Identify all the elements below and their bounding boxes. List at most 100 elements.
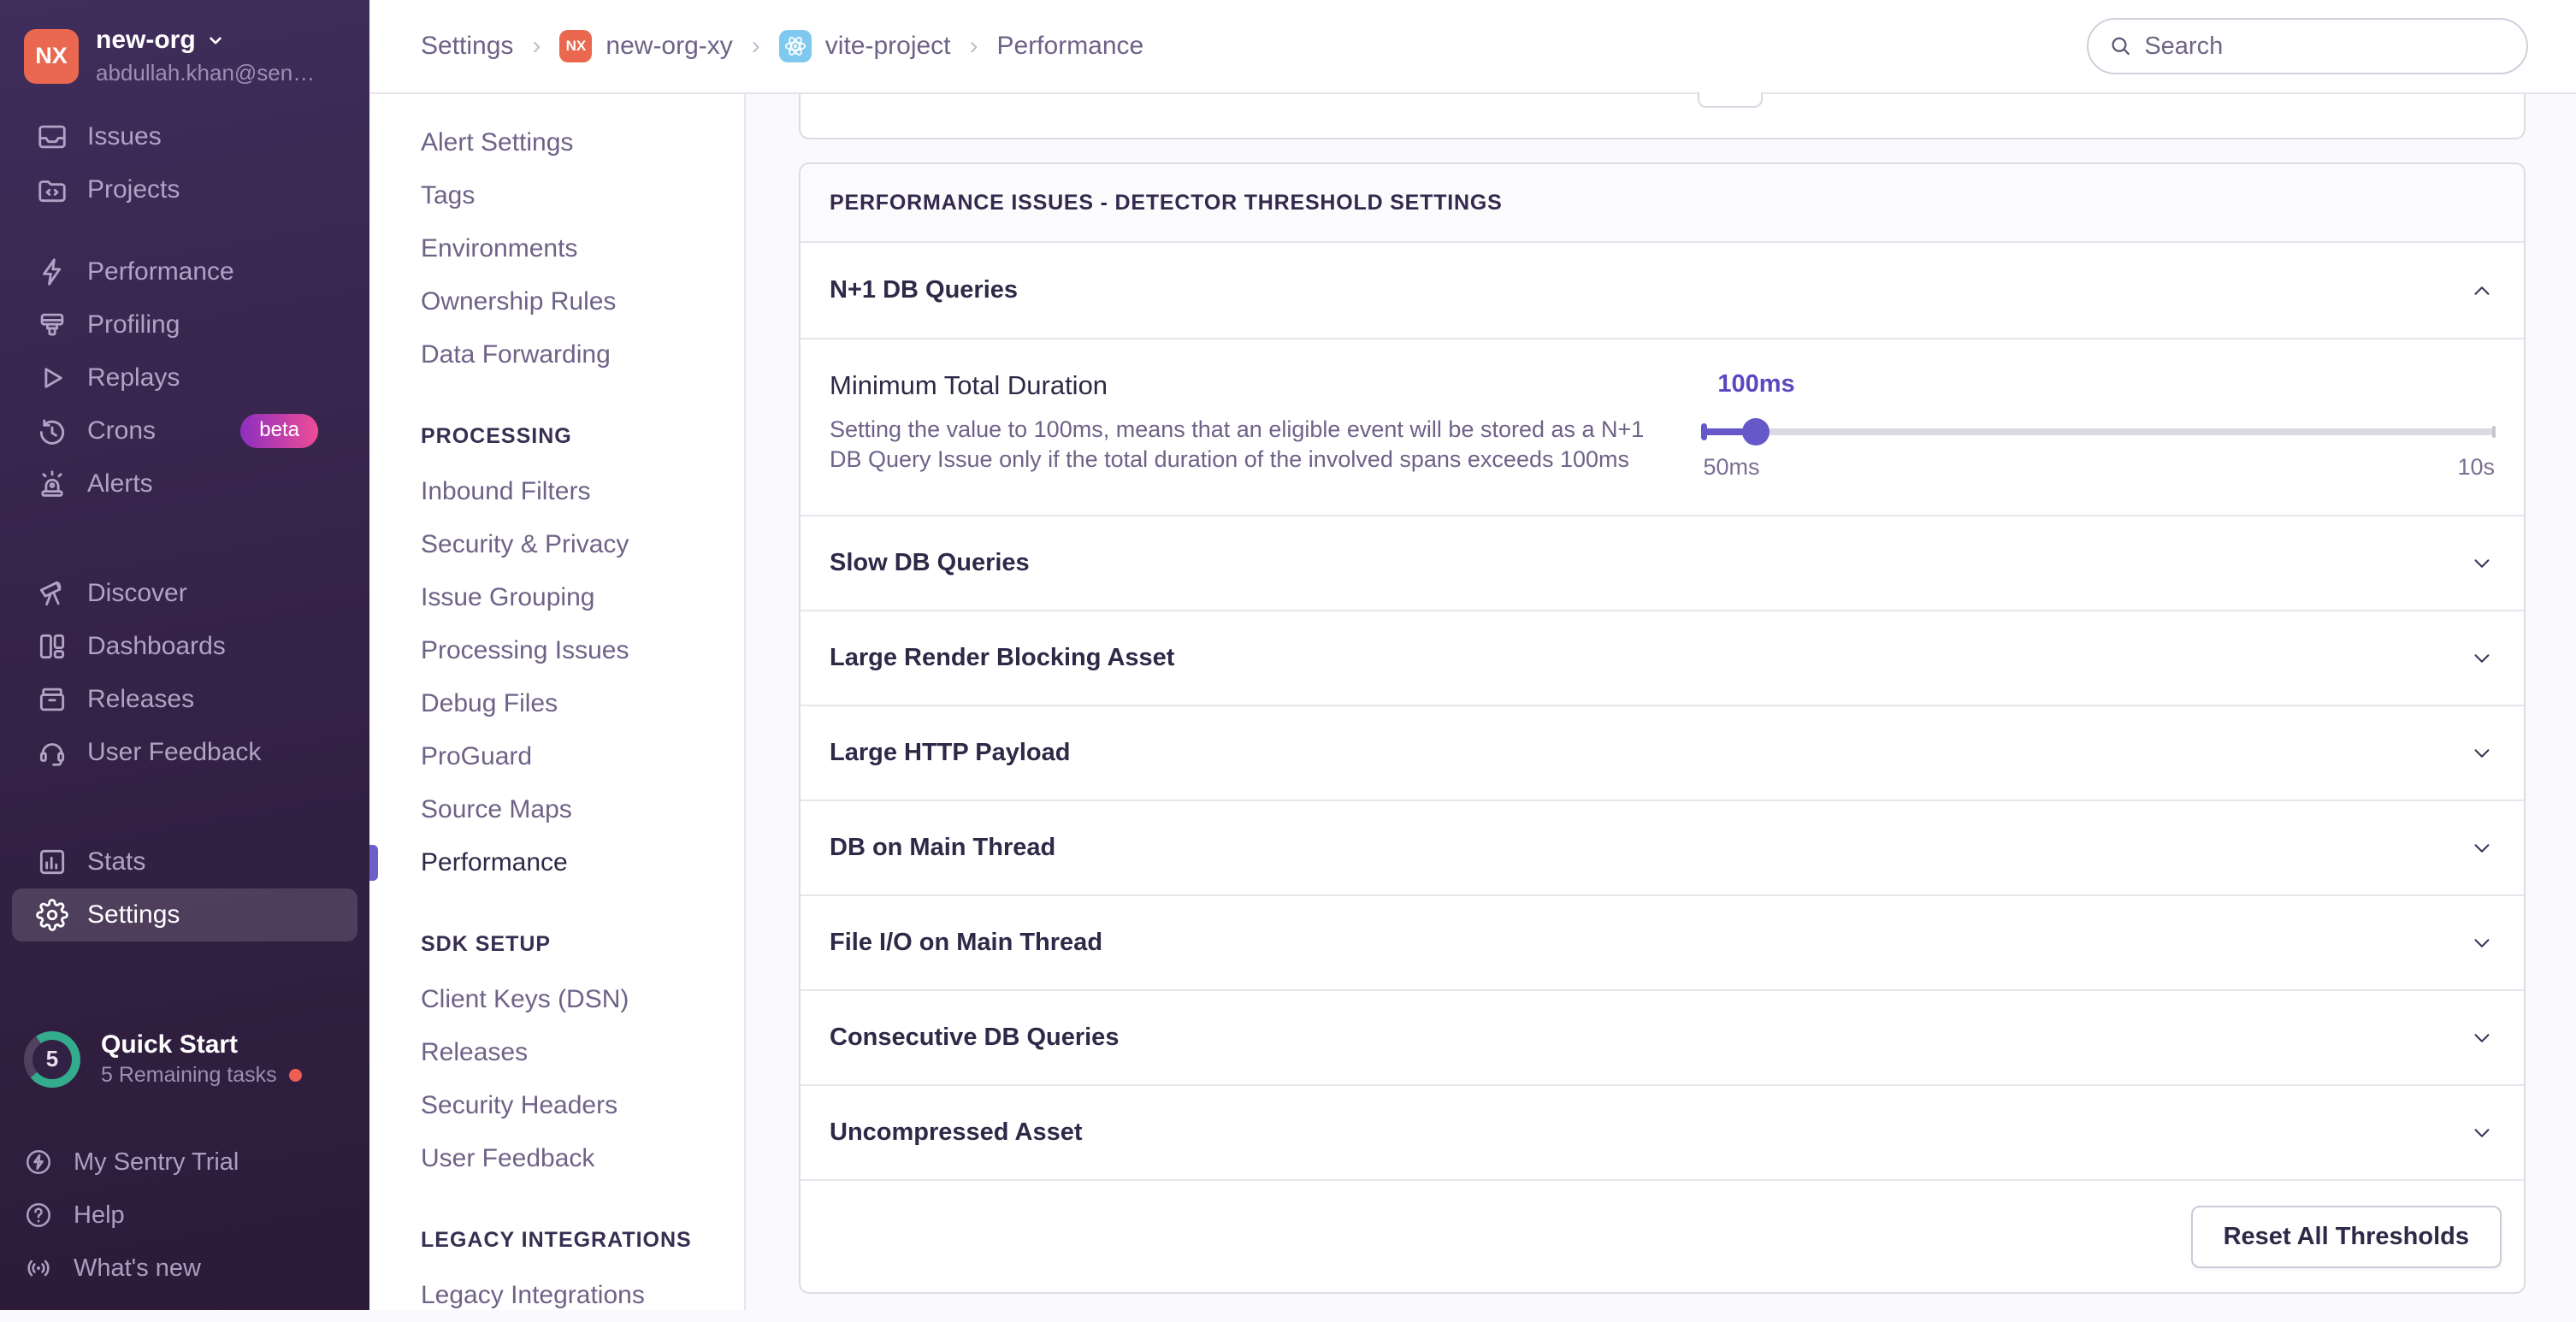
sidebar-item-whats-new[interactable]: What's new [0, 1242, 369, 1295]
settings-nav-ownership-rules[interactable]: Ownership Rules [421, 275, 744, 328]
sidebar-item-help[interactable]: Help [0, 1189, 369, 1242]
org-switcher[interactable]: NX new-org abdullah.khan@sen… [0, 0, 369, 105]
sidebar-item-label: Replays [87, 363, 180, 392]
settings-nav-client-keys[interactable]: Client Keys (DSN) [421, 973, 744, 1026]
chevron-down-icon [2469, 1120, 2495, 1146]
accordion-row-slow-db-queries[interactable]: Slow DB Queries [801, 515, 2524, 610]
slider-end-tick [2492, 426, 2496, 438]
settings-nav-alert-settings[interactable]: Alert Settings [421, 116, 744, 169]
quick-start[interactable]: 5 Quick Start 5 Remaining tasks [0, 1030, 369, 1088]
breadcrumb-settings[interactable]: Settings [421, 32, 513, 61]
search-input[interactable] [2144, 32, 2506, 61]
slider-track[interactable] [1703, 428, 2495, 435]
settings-nav-processing-issues[interactable]: Processing Issues [421, 624, 744, 677]
chevron-down-icon [2469, 930, 2495, 956]
accordion-row-label: N+1 DB Queries [830, 276, 1018, 304]
sidebar-item-label: User Feedback [87, 738, 261, 767]
breadcrumb-org[interactable]: NX new-org-xy [559, 30, 732, 62]
replays-icon [36, 362, 68, 394]
settings-icon [36, 899, 68, 931]
slider-max-label: 10s [2457, 454, 2495, 481]
settings-nav-user-feedback[interactable]: User Feedback [421, 1132, 744, 1185]
settings-nav-security-privacy[interactable]: Security & Privacy [421, 518, 744, 571]
settings-nav-source-maps[interactable]: Source Maps [421, 783, 744, 836]
breadcrumb-project[interactable]: vite-project [779, 30, 951, 62]
footer-item-label: Help [74, 1201, 125, 1230]
settings-nav-performance[interactable]: Performance [421, 836, 744, 889]
settings-nav-data-forwarding[interactable]: Data Forwarding [421, 328, 744, 381]
accordion-row-uncompressed-asset[interactable]: Uncompressed Asset [801, 1084, 2524, 1179]
org-email: abdullah.khan@sen… [96, 60, 315, 86]
accordion-row-large-http-payload[interactable]: Large HTTP Payload [801, 705, 2524, 800]
sidebar-item-label: Releases [87, 685, 194, 714]
whats-new-icon [24, 1254, 53, 1283]
accordion-row-db-on-main-thread[interactable]: DB on Main Thread [801, 800, 2524, 894]
settings-nav-security-headers[interactable]: Security Headers [421, 1079, 744, 1132]
sidebar-item-stats[interactable]: Stats [12, 835, 357, 888]
chevron-up-icon [2469, 278, 2495, 304]
main-content: PERFORMANCE ISSUES - DETECTOR THRESHOLD … [747, 94, 2576, 1310]
quick-start-subtitle: 5 Remaining tasks [101, 1063, 277, 1088]
sidebar-footer-nav: My Sentry Trial Help What's new [0, 1136, 369, 1295]
settings-nav-legacy-integrations[interactable]: Legacy Integrations [421, 1269, 744, 1322]
org-avatar: NX [559, 30, 592, 62]
beta-badge: beta [240, 414, 318, 448]
sidebar-item-label: Discover [87, 579, 187, 608]
accordion-row-consecutive-db-queries[interactable]: Consecutive DB Queries [801, 989, 2524, 1084]
slider-thumb[interactable] [1742, 418, 1770, 446]
sidebar-item-dashboards[interactable]: Dashboards [12, 620, 357, 673]
sidebar-item-releases[interactable]: Releases [12, 673, 357, 726]
settings-nav-releases[interactable]: Releases [421, 1026, 744, 1079]
scrolled-button-remnant[interactable] [1698, 92, 1763, 108]
sidebar-item-profiling[interactable]: Profiling [12, 298, 357, 351]
settings-nav-environments[interactable]: Environments [421, 222, 744, 275]
accordion-row-label: Slow DB Queries [830, 549, 1030, 577]
sidebar-item-settings[interactable]: Settings [12, 888, 357, 941]
accordion-row-label: Uncompressed Asset [830, 1118, 1082, 1147]
active-nav-indicator [369, 845, 378, 881]
sidebar-item-replays[interactable]: Replays [12, 351, 357, 404]
notification-dot [289, 1069, 302, 1082]
search-box[interactable] [2087, 18, 2528, 74]
threshold-slider: 100ms 50ms 10s [1703, 370, 2495, 481]
accordion-row-large-render-blocking-asset[interactable]: Large Render Blocking Asset [801, 610, 2524, 705]
threshold-editor: Minimum Total Duration Setting the value… [801, 338, 2524, 515]
react-icon [779, 30, 812, 62]
settings-nav-header-sdk-setup: SDK SETUP [421, 924, 744, 965]
chevron-down-icon [204, 29, 227, 51]
slider-start-cap [1701, 423, 1707, 440]
accordion-row-file-io-on-main-thread[interactable]: File I/O on Main Thread [801, 894, 2524, 989]
issues-icon [36, 121, 68, 153]
search-icon [2109, 33, 2132, 59]
settings-nav-debug-files[interactable]: Debug Files [421, 677, 744, 730]
settings-nav-issue-grouping[interactable]: Issue Grouping [421, 571, 744, 624]
sidebar-item-crons[interactable]: Crons beta [12, 404, 357, 457]
accordion-row-label: DB on Main Thread [830, 834, 1055, 862]
sidebar-item-alerts[interactable]: Alerts [12, 457, 357, 511]
sidebar-item-my-sentry-trial[interactable]: My Sentry Trial [0, 1136, 369, 1189]
scrolled-card-bottom [799, 94, 2526, 139]
panel-footer: Reset All Thresholds [801, 1179, 2524, 1292]
threshold-description: Setting the value to 100ms, means that a… [830, 415, 1669, 475]
quick-start-progress-ring: 5 [24, 1031, 80, 1088]
sidebar-item-discover[interactable]: Discover [12, 567, 357, 620]
accordion-row-label: Large Render Blocking Asset [830, 644, 1174, 672]
sidebar-item-issues[interactable]: Issues [12, 110, 357, 163]
settings-nav-proguard[interactable]: ProGuard [421, 730, 744, 783]
settings-nav-tags[interactable]: Tags [421, 169, 744, 222]
org-name: new-org [96, 26, 196, 55]
stats-icon [36, 846, 68, 878]
footer-item-label: What's new [74, 1254, 201, 1283]
accordion-row-n1-db-queries[interactable]: N+1 DB Queries [801, 243, 2524, 338]
sidebar-item-label: Alerts [87, 469, 153, 499]
sidebar-item-label: Dashboards [87, 632, 226, 661]
quick-start-count: 5 [32, 1040, 72, 1079]
primary-nav: Issues Projects Performance Profiling Re… [0, 105, 369, 941]
footer-item-label: My Sentry Trial [74, 1148, 239, 1177]
settings-nav-inbound-filters[interactable]: Inbound Filters [421, 465, 744, 518]
sidebar-item-projects[interactable]: Projects [12, 163, 357, 216]
sidebar-item-user-feedback[interactable]: User Feedback [12, 726, 357, 779]
sidebar-item-performance[interactable]: Performance [12, 245, 357, 298]
reset-all-thresholds-button[interactable]: Reset All Thresholds [2191, 1206, 2502, 1268]
sidebar-item-label: Crons [87, 416, 156, 446]
